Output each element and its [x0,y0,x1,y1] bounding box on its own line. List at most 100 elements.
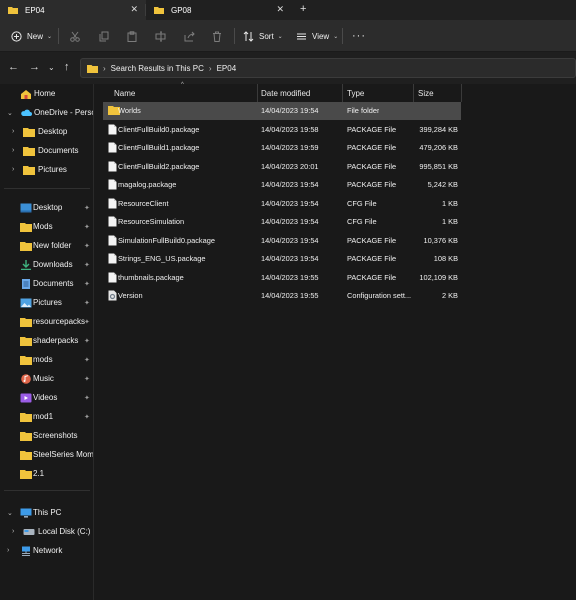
chevron-right-icon[interactable]: › [12,528,14,535]
sidebar-item-desktop[interactable]: Desktop ✦ [0,198,93,217]
sidebar-item-home[interactable]: Home [0,84,93,103]
sidebar-item-videos[interactable]: Videos ✦ [0,388,93,407]
new-button[interactable]: New ⌄ [11,20,52,52]
sidebar-item-label: Desktop [38,127,68,136]
column-divider[interactable] [413,84,414,102]
file-name: ClientFullBuild2.package [118,162,200,171]
sidebar-item-onedrive-pictures[interactable]: › Pictures [0,160,93,179]
copy-button[interactable] [99,20,109,52]
file-row[interactable]: Strings_ENG_US.package 14/04/2023 19:54 … [103,250,461,268]
folder-icon [8,7,18,14]
sidebar-item-label: 2.1 [33,469,45,478]
paste-button[interactable] [127,20,137,52]
pin-icon: ✦ [84,223,90,231]
new-tab-button[interactable]: + [300,3,306,15]
sidebar-item-network[interactable]: › Network [0,541,93,560]
chevron-right-icon[interactable]: › [12,147,14,154]
file-row-worlds[interactable]: Worlds 14/04/2023 19:54 File folder [103,102,461,120]
address-bar[interactable]: › Search Results in This PC › EP04 [80,58,576,78]
file-name: thumbnails.package [118,273,184,282]
column-header-type[interactable]: Type [347,84,364,102]
folder-icon [20,412,32,422]
share-button[interactable] [184,20,195,52]
sidebar-item-this-pc[interactable]: ⌄ This PC [0,503,93,522]
file-icon [108,216,117,227]
column-divider[interactable] [342,84,343,102]
pin-icon: ✦ [84,280,90,288]
sidebar-item-new-folder[interactable]: New folder ✦ [0,236,93,255]
chevron-right-icon[interactable]: › [12,166,14,173]
file-row[interactable]: ResourceSimulation 14/04/2023 19:54 CFG … [103,213,461,231]
sidebar-item-music[interactable]: Music ✦ [0,369,93,388]
file-size: 108 KB [433,254,458,263]
file-row[interactable]: thumbnails.package 14/04/2023 19:55 PACK… [103,269,461,287]
chevron-right-icon[interactable]: › [7,547,9,554]
sidebar-item-mod1[interactable]: mod1 ✦ [0,407,93,426]
sidebar-item-onedrive-desktop[interactable]: › Desktop [0,122,93,141]
view-button[interactable]: View ⌄ [296,20,338,52]
sidebar-item-documents[interactable]: Documents ✦ [0,274,93,293]
column-divider[interactable] [461,84,462,102]
sidebar-item-pictures[interactable]: Pictures ✦ [0,293,93,312]
back-button[interactable]: ← [8,61,19,73]
column-header-size[interactable]: Size [418,84,434,102]
chevron-right-icon[interactable]: › [12,128,14,135]
breadcrumb-ep04[interactable]: EP04 [217,64,237,73]
chevron-down-icon: ⌄ [333,33,339,40]
file-icon [108,179,117,190]
sidebar-item-onedrive[interactable]: ⌄ OneDrive - Personal [0,103,93,122]
pin-icon: ✦ [84,318,90,326]
file-name: Strings_ENG_US.package [118,254,206,263]
file-size: 479,206 KB [419,143,458,152]
close-tab-button[interactable]: ✕ [276,4,284,15]
desktop-icon [20,203,32,212]
file-row[interactable]: ClientFullBuild0.package 14/04/2023 19:5… [103,121,461,139]
pin-icon: ✦ [84,204,90,212]
chevron-down-icon[interactable]: ⌄ [7,109,13,117]
network-icon [22,546,30,556]
column-header-name[interactable]: Name [114,84,135,102]
delete-button[interactable] [212,20,222,52]
sidebar-item-shaderpacks[interactable]: shaderpacks ✦ [0,331,93,350]
cut-button[interactable] [70,20,80,52]
sidebar-item-onedrive-documents[interactable]: › Documents [0,141,93,160]
file-row[interactable]: ClientFullBuild2.package 14/04/2023 20:0… [103,158,461,176]
pin-icon: ✦ [84,356,90,364]
sidebar-item-local-disk[interactable]: › Local Disk (C:) [0,522,93,541]
column-divider[interactable] [257,84,258,102]
sidebar-item-downloads[interactable]: Downloads ✦ [0,255,93,274]
breadcrumb-search-results[interactable]: Search Results in This PC [111,64,204,73]
sidebar-item-resourcepacks[interactable]: resourcepacks ✦ [0,312,93,331]
tab-ep04[interactable]: EP04 ✕ [0,0,146,20]
sidebar-item-2-1[interactable]: 2.1 [0,464,93,483]
up-button[interactable]: ↑ [64,61,70,73]
column-header-date[interactable]: Date modified [261,84,310,102]
more-options-button[interactable]: ··· [352,20,366,52]
sidebar-item-steelseries-moments[interactable]: SteelSeries Moments [0,445,93,464]
folder-icon [87,64,98,73]
pin-icon: ✦ [84,394,90,402]
documents-icon [22,278,30,289]
copy-icon [99,31,109,41]
tab-gp08[interactable]: GP08 ✕ [146,0,292,20]
file-row[interactable]: ResourceClient 14/04/2023 19:54 CFG File… [103,195,461,213]
file-row[interactable]: Version 14/04/2023 19:55 Configuration s… [103,287,461,305]
recent-locations-button[interactable]: ⌄ [48,63,55,72]
sidebar-item-mods[interactable]: Mods ✦ [0,217,93,236]
sidebar-item-mods-lower[interactable]: mods ✦ [0,350,93,369]
home-icon [21,89,31,99]
close-tab-button[interactable]: ✕ [130,4,138,15]
chevron-down-icon[interactable]: ⌄ [7,509,13,517]
file-row[interactable]: SimulationFullBuild0.package 14/04/2023 … [103,232,461,250]
sort-button[interactable]: Sort ⌄ [243,20,283,52]
file-name: ResourceClient [118,199,169,208]
paste-icon [127,30,137,42]
file-row[interactable]: ClientFullBuild1.package 14/04/2023 19:5… [103,139,461,157]
folder-icon [23,127,35,137]
file-row[interactable]: magalog.package 14/04/2023 19:54 PACKAGE… [103,176,461,194]
sidebar-item-screenshots[interactable]: Screenshots [0,426,93,445]
sort-label: Sort [259,31,274,41]
rename-button[interactable] [155,20,166,52]
pc-icon [20,508,32,518]
forward-button[interactable]: → [29,61,40,73]
